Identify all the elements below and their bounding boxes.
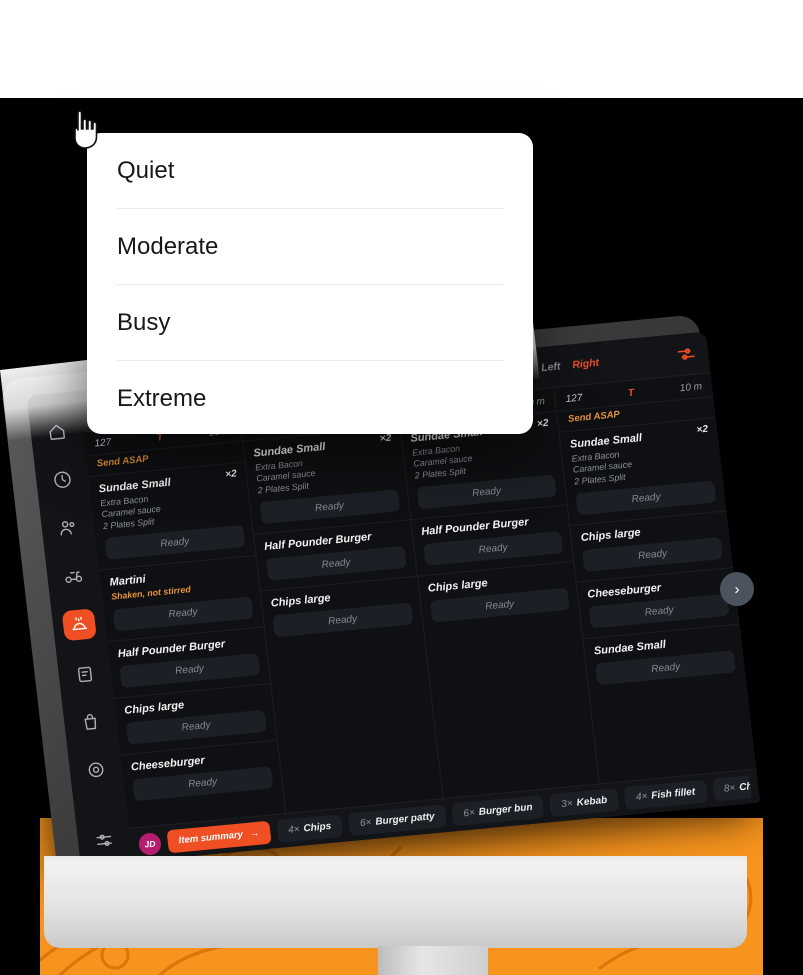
tab-right[interactable]: Right <box>572 356 600 370</box>
item-ready-button[interactable]: Ready <box>575 480 717 516</box>
bag-icon <box>84 713 97 730</box>
summary-chip[interactable]: 8×Chicken wings s <box>711 775 752 802</box>
item-quantity: ×2 <box>224 468 238 481</box>
order-item: ×2 Sundae Small Extra Bacon Caramel sauce 2 … <box>559 417 727 526</box>
item-ready-button[interactable]: Ready <box>595 650 737 686</box>
dropdown-option-extreme[interactable]: Extreme <box>87 361 533 434</box>
item-ready-button[interactable]: Ready <box>119 652 260 688</box>
chip-count: 8× <box>723 782 736 795</box>
filter-button[interactable] <box>675 345 697 363</box>
settings-sliders-icon <box>96 834 112 846</box>
summary-chip[interactable]: 4× Chips <box>275 813 344 843</box>
item-summary-button[interactable]: Item summary → <box>166 820 272 854</box>
people-icon <box>60 521 75 536</box>
arrow-right-icon: → <box>249 827 260 840</box>
tab-left[interactable]: Left <box>540 360 561 374</box>
chip-name: Burger patty <box>374 811 436 828</box>
sidebar-item-staff[interactable] <box>53 513 84 541</box>
next-page-button[interactable]: › <box>720 572 754 606</box>
receipt-icon <box>77 666 93 683</box>
item-ready-button[interactable]: Ready <box>104 525 246 561</box>
kds-cloche-icon <box>72 616 88 631</box>
chip-name: Chicken wings s <box>738 775 752 794</box>
service-level-dropdown: Quiet Moderate Busy Extreme <box>87 133 533 434</box>
side-tab-group: Left Right <box>540 356 599 373</box>
item-ready-button[interactable]: Ready <box>422 531 564 567</box>
scooter-icon <box>65 571 83 584</box>
item-quantity: ×2 <box>379 432 393 445</box>
chip-count: 3× <box>560 798 574 811</box>
summary-chip[interactable]: 3× Kebab <box>549 787 620 818</box>
item-ready-button[interactable]: Ready <box>132 766 274 801</box>
item-quantity: ×2 <box>536 417 550 430</box>
page-root: KDS Open Ready Rows − <box>0 0 803 975</box>
chip-count: 6× <box>462 807 476 820</box>
dropdown-option-busy[interactable]: Busy <box>87 285 533 360</box>
monitor-chin <box>44 862 747 948</box>
sidebar-item-delivery[interactable] <box>58 561 89 589</box>
order-board: 127T10 mSend ASAP×2Sundae SmallExtra Bac… <box>83 373 757 828</box>
order-item: ×2 Sundae Small Extra Bacon Caramel sauce 2 … <box>242 425 410 535</box>
chip-name: Fish fillet <box>650 786 696 802</box>
monitor-stand-neck <box>378 946 488 975</box>
item-ready-button[interactable]: Ready <box>259 489 400 525</box>
chip-name: Kebab <box>576 794 608 809</box>
item-ready-button[interactable]: Ready <box>272 602 413 638</box>
hand-pointer-cursor <box>74 110 98 149</box>
chip-count: 6× <box>359 817 373 830</box>
item-summary-label: Item summary <box>178 829 244 847</box>
avatar[interactable]: JD <box>137 831 163 856</box>
dropdown-option-moderate[interactable]: Moderate <box>87 209 533 284</box>
chip-count: 4× <box>287 823 301 836</box>
dropdown-option-quiet[interactable]: Quiet <box>87 133 533 208</box>
sidebar-item-settings[interactable] <box>89 825 120 855</box>
sidebar-item-kds[interactable] <box>61 608 97 642</box>
sidebar-item-history[interactable] <box>47 466 78 494</box>
item-ready-button[interactable]: Ready <box>429 587 571 623</box>
summary-chip[interactable]: 6× Burger bun <box>451 794 545 827</box>
sidebar-item-orders[interactable] <box>75 708 106 736</box>
order-elapsed-time: 10 m <box>679 381 703 395</box>
clock-icon <box>54 471 71 488</box>
order-number: 127 <box>93 437 112 450</box>
filter-sliders-icon <box>677 347 695 360</box>
item-quantity: ×2 <box>695 423 709 436</box>
item-ready-button[interactable]: Ready <box>416 474 557 510</box>
item-ready-button[interactable]: Ready <box>582 537 723 573</box>
item-ready-button[interactable]: Ready <box>125 709 267 745</box>
summary-chip[interactable]: 4× Fish fillet <box>623 779 708 811</box>
order-item: ×2 Sundae Small Extra Bacon Caramel sauce 2 … <box>88 461 256 570</box>
item-ready-button[interactable]: Ready <box>588 593 730 629</box>
sidebar-item-tickets[interactable] <box>70 660 101 688</box>
item-ready-button[interactable]: Ready <box>112 596 254 632</box>
sidebar-item-locations[interactable] <box>81 756 112 784</box>
item-ready-button[interactable]: Ready <box>265 546 407 582</box>
chip-name: Chips <box>302 820 332 835</box>
order-number: 127 <box>565 392 584 405</box>
chip-name: Burger bun <box>478 801 534 818</box>
summary-chip[interactable]: 6× Burger patty <box>347 804 447 837</box>
chip-count: 4× <box>635 791 649 804</box>
order-type-flag: T <box>627 387 635 400</box>
target-icon <box>88 762 104 778</box>
